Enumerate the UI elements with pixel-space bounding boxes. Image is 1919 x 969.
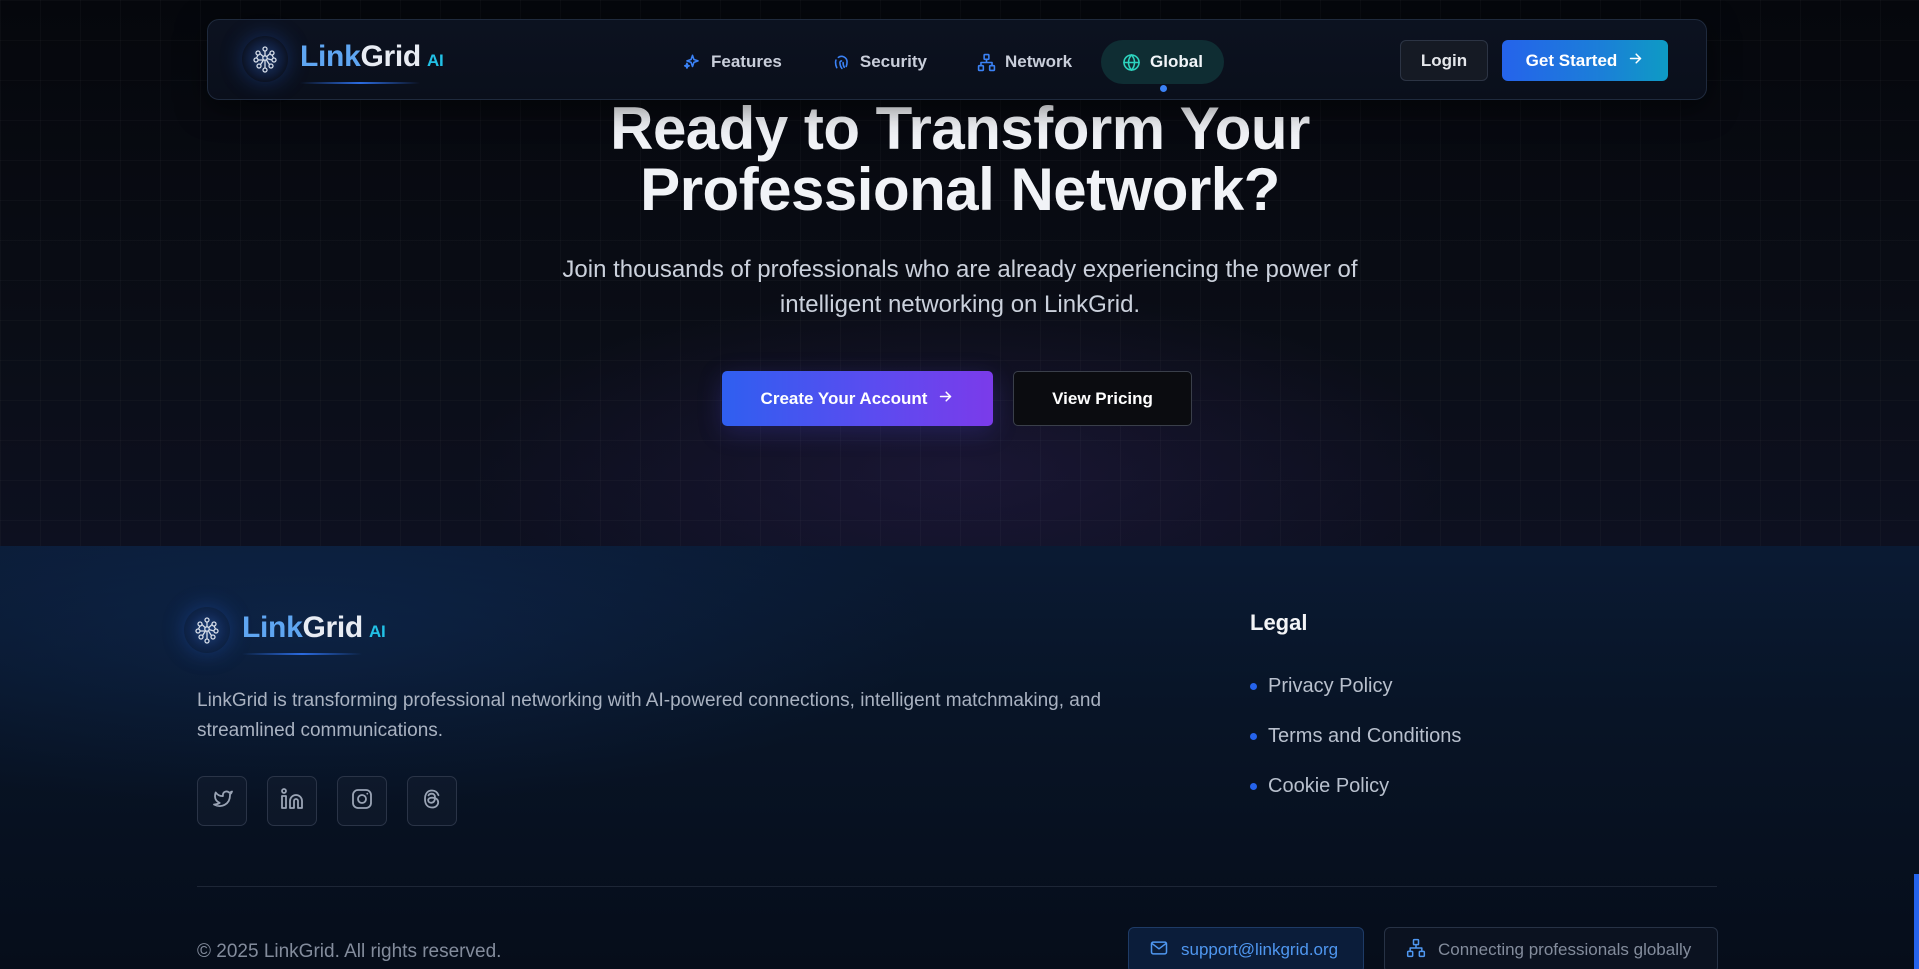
brand-ai-badge: AI [426,51,444,70]
brand-word-grid: Grid [360,40,421,73]
view-pricing-label: View Pricing [1052,388,1153,408]
twitter-icon [210,787,234,816]
threads-link[interactable] [407,776,457,826]
brand-wordmark: Link Grid AI [300,40,444,84]
nav-link-global-label: Global [1150,52,1203,71]
footer-brand-word-grid: Grid [302,611,363,644]
nav-link-security-label: Security [859,52,927,71]
linkedin-icon [280,787,304,816]
footer-divider [197,886,1717,887]
active-indicator-dot [1159,85,1167,92]
cta-heading-line-1: Ready to Transform Your [610,95,1310,162]
legal-link-label: Privacy Policy [1268,674,1393,697]
tagline-badge: Connecting professionals globally [1384,927,1718,969]
copyright-text: © 2025 LinkGrid. All rights reserved. [197,941,502,962]
mail-icon [1149,938,1169,963]
nav-link-features[interactable]: Features [662,40,803,84]
footer-brand-logo[interactable]: Link Grid AI [184,607,386,655]
bullet-dot [1250,782,1257,790]
cta-heading-line-2: Professional Network? [640,156,1280,223]
nav-link-security[interactable]: Security [811,40,948,84]
nav-links: Features Security Network Global [662,40,1224,92]
legal-link-privacy[interactable]: Privacy Policy [1250,661,1461,711]
brand-logo[interactable]: Link Grid AI [242,36,444,84]
footer-description: LinkGrid is transforming professional ne… [197,690,1102,741]
legal-link-label: Cookie Policy [1268,774,1390,797]
scrollbar-thumb[interactable] [1914,874,1919,969]
legal-link-cookies[interactable]: Cookie Policy [1250,761,1461,811]
network-icon [977,53,996,72]
cta-heading: Ready to Transform Your Professional Net… [560,98,1360,220]
support-email-link[interactable]: support@linkgrid.org [1128,927,1364,969]
nav-link-network[interactable]: Network [956,40,1093,84]
page: Ready to Transform Your Professional Net… [0,0,1919,969]
login-button[interactable]: Login [1400,40,1488,81]
support-email-text: support@linkgrid.org [1181,940,1339,959]
linkedin-link[interactable] [267,776,317,826]
legal-heading: Legal [1250,610,1308,635]
legal-link-label: Terms and Conditions [1268,724,1462,747]
create-account-button[interactable]: Create Your Account [722,371,993,426]
footer-brand-wordmark: Link Grid AI [242,611,386,655]
arrow-right-icon [937,388,954,410]
social-links [197,776,457,826]
brand-underline [300,82,420,84]
cta-subtitle: Join thousands of professionals who are … [562,256,1358,318]
network-brain-icon [184,607,230,653]
nav-link-features-label: Features [711,52,782,71]
globe-icon [1122,53,1141,72]
sparkles-icon [683,53,702,72]
create-account-label: Create Your Account [760,388,928,408]
instagram-icon [350,787,374,816]
instagram-link[interactable] [337,776,387,826]
footer-brand-word-link: Link [242,611,303,644]
brand-word-link: Link [300,40,361,73]
footer-brand-underline [242,653,362,655]
nav-link-network-label: Network [1004,52,1073,71]
nav-link-global[interactable]: Global [1101,40,1224,92]
legal-links: Privacy Policy Terms and Conditions Cook… [1250,661,1461,811]
bullet-dot [1250,732,1257,740]
bullet-dot [1250,682,1257,690]
network-brain-icon [242,36,288,82]
top-navbar: Link Grid AI Features Security Network G… [207,19,1707,100]
arrow-right-icon [1627,50,1644,72]
get-started-label: Get Started [1525,50,1618,70]
site-footer: Link Grid AI LinkGrid is transforming prof… [0,546,1919,969]
footer-brand-ai-badge: AI [368,622,386,641]
legal-link-terms[interactable]: Terms and Conditions [1250,711,1461,761]
network-icon [1406,938,1426,963]
tagline-text: Connecting professionals globally [1438,940,1692,959]
get-started-button[interactable]: Get Started [1502,40,1668,81]
twitter-link[interactable] [197,776,247,826]
view-pricing-button[interactable]: View Pricing [1013,371,1192,426]
fingerprint-icon [832,53,851,72]
threads-icon [420,787,444,816]
